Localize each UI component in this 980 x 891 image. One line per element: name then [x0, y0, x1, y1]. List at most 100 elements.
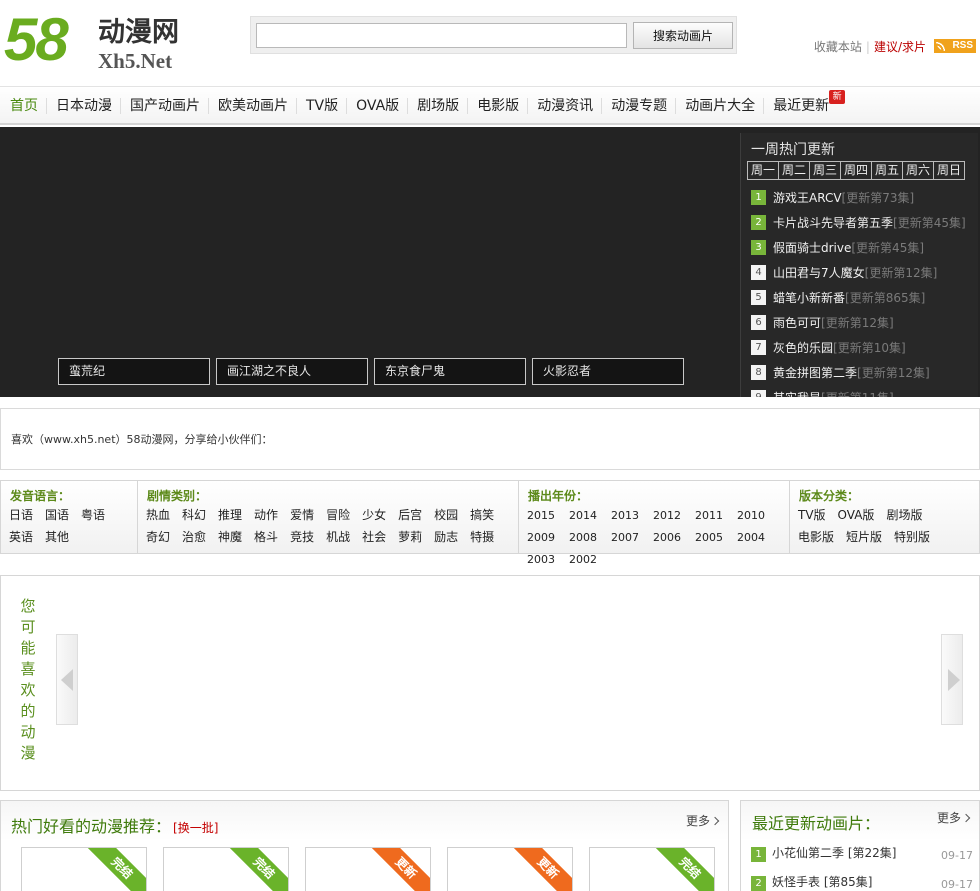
carousel-next-button[interactable] — [941, 634, 963, 725]
weekday-tab[interactable]: 周一 — [747, 161, 779, 180]
nav-item[interactable]: 动漫专题 — [601, 87, 675, 123]
search-input[interactable] — [256, 23, 627, 48]
category-link[interactable]: 奇幻 — [146, 529, 170, 546]
category-link[interactable]: 特别版 — [894, 529, 930, 546]
anime-card[interactable]: 完结 — [589, 847, 715, 891]
category-link[interactable]: OVA版 — [838, 507, 875, 524]
category-link[interactable]: 萝莉 — [398, 529, 422, 546]
anime-name[interactable]: 蜡笔小新新番 — [773, 290, 845, 306]
weekday-tab[interactable]: 周四 — [840, 161, 872, 180]
category-link[interactable]: 2009 — [527, 529, 555, 546]
weekday-tab[interactable]: 周六 — [902, 161, 934, 180]
category-link[interactable]: 社会 — [362, 529, 386, 546]
category-link[interactable]: 热血 — [146, 507, 170, 524]
latest-list-item[interactable]: 1 小花仙第二季 [第22集] 09-17 — [751, 845, 977, 874]
category-link[interactable]: TV版 — [798, 507, 826, 524]
carousel-prev-button[interactable] — [56, 634, 78, 725]
category-link[interactable]: 校园 — [434, 507, 458, 524]
weekday-tab[interactable]: 周三 — [809, 161, 841, 180]
anime-name[interactable]: 小花仙第二季 [第22集] — [772, 846, 896, 860]
slide-title[interactable]: 东京食尸鬼 — [374, 358, 526, 385]
refresh-batch-link[interactable]: [换一批] — [173, 821, 218, 835]
category-link[interactable]: 搞笑 — [470, 507, 494, 524]
nav-item[interactable]: 首页 — [0, 87, 46, 123]
hot-list-item[interactable]: 9 其实我是[更新第11集] — [751, 390, 966, 397]
category-link[interactable]: 治愈 — [182, 529, 206, 546]
category-link[interactable]: 动作 — [254, 507, 278, 524]
nav-item[interactable]: 最近更新新 — [763, 87, 846, 123]
hot-list-item[interactable]: 1 游戏王ARCV [更新第73集] — [751, 190, 966, 215]
category-link[interactable]: 2002 — [569, 551, 597, 568]
category-link[interactable]: 其他 — [45, 529, 69, 546]
anime-name[interactable]: 假面骑士drive — [773, 240, 851, 256]
category-link[interactable]: 神魔 — [218, 529, 242, 546]
anime-name[interactable]: 灰色的乐园 — [773, 340, 833, 356]
category-link[interactable]: 冒险 — [326, 507, 350, 524]
anime-card[interactable]: 完结 — [21, 847, 147, 891]
nav-item[interactable]: 电影版 — [467, 87, 527, 123]
category-link[interactable]: 机战 — [326, 529, 350, 546]
hot-list-item[interactable]: 2 卡片战斗先导者第五季 [更新第45集] — [751, 215, 966, 240]
category-link[interactable]: 2006 — [653, 529, 681, 546]
anime-name[interactable]: 游戏王ARCV — [773, 190, 842, 206]
category-link[interactable]: 竞技 — [290, 529, 314, 546]
anime-name[interactable]: 山田君与7人魔女 — [773, 265, 865, 281]
category-link[interactable]: 2011 — [695, 507, 723, 524]
anime-name[interactable]: 雨色可可 — [773, 315, 821, 331]
weekday-tab[interactable]: 周日 — [933, 161, 965, 180]
slide-title[interactable]: 画江湖之不良人 — [216, 358, 368, 385]
anime-card[interactable]: 更新 — [447, 847, 573, 891]
nav-item[interactable]: TV版 — [296, 87, 346, 123]
category-link[interactable]: 粤语 — [81, 507, 105, 524]
slide-title[interactable]: 火影忍者 — [532, 358, 684, 385]
slide-title[interactable]: 蛮荒纪 — [58, 358, 210, 385]
weekday-tab[interactable]: 周二 — [778, 161, 810, 180]
category-link[interactable]: 推理 — [218, 507, 242, 524]
category-link[interactable]: 后宫 — [398, 507, 422, 524]
category-link[interactable]: 励志 — [434, 529, 458, 546]
anime-name[interactable]: 其实我是 — [773, 390, 821, 397]
nav-item[interactable]: 欧美动画片 — [208, 87, 296, 123]
latest-list-item[interactable]: 2 妖怪手表 [第85集] 09-17 — [751, 874, 977, 891]
category-link[interactable]: 2015 — [527, 507, 555, 524]
hot-list-item[interactable]: 5 蜡笔小新新番 [更新第865集] — [751, 290, 966, 315]
category-link[interactable]: 2010 — [737, 507, 765, 524]
category-link[interactable]: 格斗 — [254, 529, 278, 546]
nav-item[interactable]: 动画片大全 — [675, 87, 763, 123]
category-link[interactable]: 剧场版 — [886, 507, 922, 524]
nav-item[interactable]: 剧场版 — [407, 87, 467, 123]
nav-item[interactable]: 国产动画片 — [120, 87, 208, 123]
hot-list-item[interactable]: 8 黄金拼图第二季 [更新第12集] — [751, 365, 966, 390]
nav-item[interactable]: 动漫资讯 — [527, 87, 601, 123]
category-link[interactable]: 2012 — [653, 507, 681, 524]
category-link[interactable]: 2008 — [569, 529, 597, 546]
nav-item[interactable]: OVA版 — [346, 87, 407, 123]
category-link[interactable]: 短片版 — [846, 529, 882, 546]
category-link[interactable]: 电影版 — [798, 529, 834, 546]
anime-card[interactable]: 完结 — [163, 847, 289, 891]
category-link[interactable]: 2004 — [737, 529, 765, 546]
category-link[interactable]: 日语 — [9, 507, 33, 524]
weekday-tab[interactable]: 周五 — [871, 161, 903, 180]
hot-list-item[interactable]: 7 灰色的乐园 [更新第10集] — [751, 340, 966, 365]
category-link[interactable]: 2007 — [611, 529, 639, 546]
hot-recommend-more-link[interactable]: 更多 — [686, 812, 718, 829]
category-link[interactable]: 特摄 — [470, 529, 494, 546]
hot-list-item[interactable]: 4 山田君与7人魔女 [更新第12集] — [751, 265, 966, 290]
anime-name[interactable]: 黄金拼图第二季 — [773, 365, 857, 381]
anime-name[interactable]: 妖怪手表 [第85集] — [772, 875, 872, 889]
anime-name[interactable]: 卡片战斗先导者第五季 — [773, 215, 893, 231]
rss-icon[interactable]: RSS — [934, 39, 976, 53]
category-link[interactable]: 2003 — [527, 551, 555, 568]
suggest-link[interactable]: 建议/求片 — [874, 40, 926, 54]
category-link[interactable]: 英语 — [9, 529, 33, 546]
category-link[interactable]: 2013 — [611, 507, 639, 524]
latest-more-link[interactable]: 更多 — [937, 809, 969, 826]
category-link[interactable]: 科幻 — [182, 507, 206, 524]
category-link[interactable]: 2005 — [695, 529, 723, 546]
hot-list-item[interactable]: 3 假面骑士drive [更新第45集] — [751, 240, 966, 265]
category-link[interactable]: 国语 — [45, 507, 69, 524]
bookmark-link[interactable]: 收藏本站 — [814, 40, 862, 54]
category-link[interactable]: 2014 — [569, 507, 597, 524]
nav-item[interactable]: 日本动漫 — [46, 87, 120, 123]
